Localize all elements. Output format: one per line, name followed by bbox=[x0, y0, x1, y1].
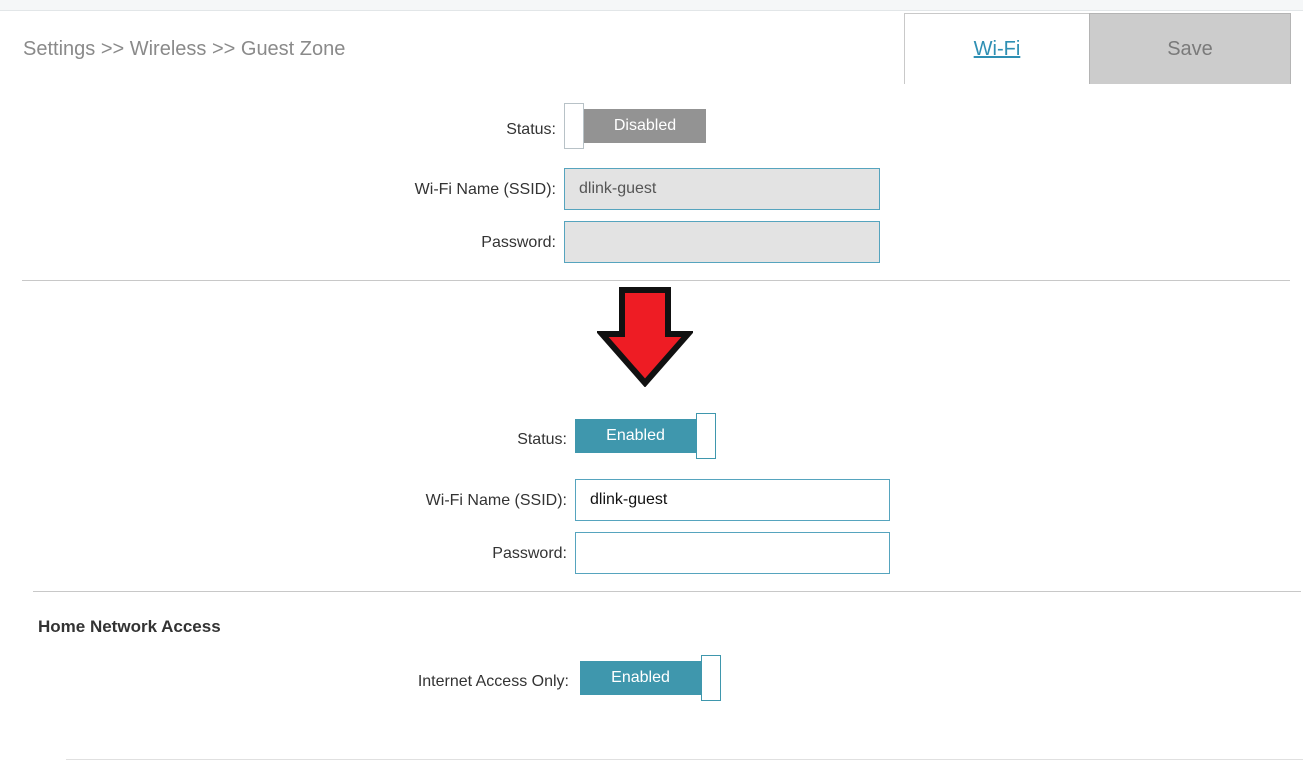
section-title-home-network: Home Network Access bbox=[38, 617, 221, 636]
top-border bbox=[0, 0, 1303, 11]
wifi-tab-link[interactable]: Wi-Fi bbox=[904, 13, 1090, 84]
ssid-label-before: Wi-Fi Name (SSID): bbox=[414, 181, 556, 198]
toggle-knob bbox=[701, 655, 721, 701]
page-header: Settings >> Wireless >> Guest Zone Wi-Fi… bbox=[0, 11, 1303, 84]
internet-access-only-toggle[interactable]: Enabled bbox=[580, 655, 721, 701]
password-label-after: Password: bbox=[492, 545, 567, 562]
arrow-down-icon bbox=[597, 287, 693, 387]
ssid-input-before[interactable]: dlink-guest bbox=[564, 168, 880, 210]
toggle-state-text: Disabled bbox=[584, 109, 706, 143]
password-input-before[interactable] bbox=[564, 221, 880, 263]
divider bbox=[22, 280, 1290, 281]
toggle-state-text: Enabled bbox=[580, 661, 701, 695]
bottom-divider bbox=[66, 759, 1303, 760]
status-label-before: Status: bbox=[506, 121, 556, 138]
divider bbox=[33, 591, 1301, 592]
toggle-knob bbox=[696, 413, 716, 459]
toggle-state-text: Enabled bbox=[575, 419, 696, 453]
password-input-after[interactable] bbox=[575, 532, 890, 574]
internet-access-only-label: Internet Access Only: bbox=[417, 673, 569, 690]
save-button[interactable]: Save bbox=[1089, 13, 1291, 84]
ssid-input-after[interactable]: dlink-guest bbox=[575, 479, 890, 521]
breadcrumb: Settings >> Wireless >> Guest Zone bbox=[23, 38, 346, 60]
password-label-before: Password: bbox=[481, 234, 556, 251]
ssid-label-after: Wi-Fi Name (SSID): bbox=[425, 492, 567, 509]
toggle-knob bbox=[564, 103, 584, 149]
status-label-after: Status: bbox=[517, 431, 567, 448]
status-toggle-before[interactable]: Disabled bbox=[564, 103, 706, 149]
status-toggle-after[interactable]: Enabled bbox=[575, 413, 716, 459]
